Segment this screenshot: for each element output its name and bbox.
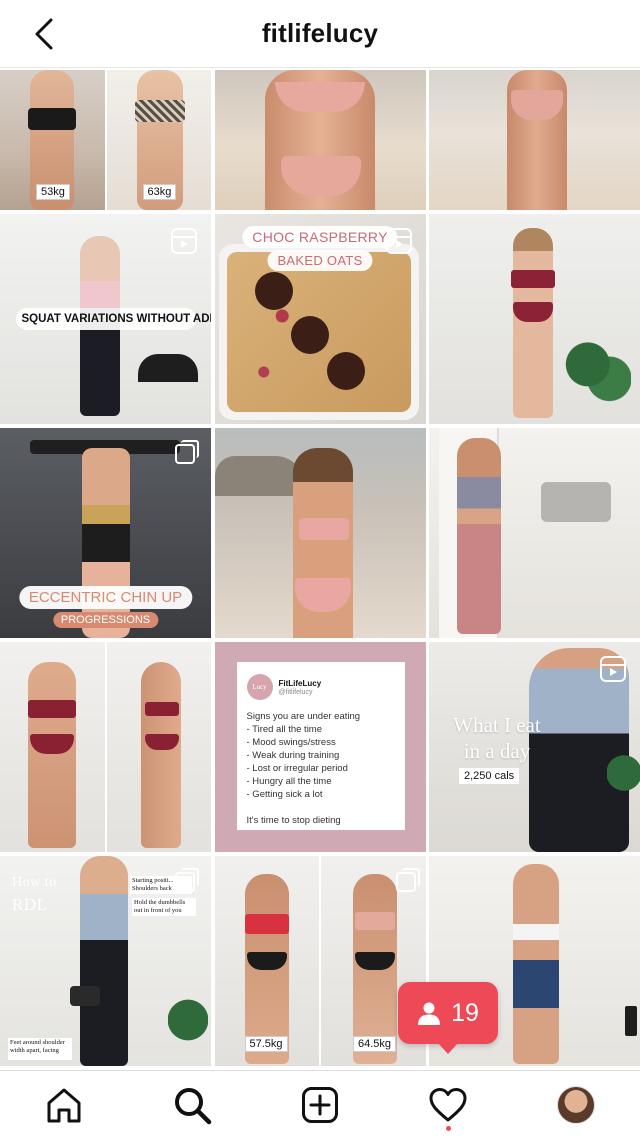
back-button[interactable] bbox=[28, 16, 60, 52]
post-title: CHOC RASPBERRY bbox=[242, 226, 398, 248]
user-icon bbox=[418, 1002, 441, 1025]
bottom-navigation bbox=[0, 1070, 640, 1138]
post-5-reel[interactable]: CHOC RASPBERRY BAKED OATS bbox=[214, 214, 426, 424]
follower-notification-badge[interactable]: 19 bbox=[398, 982, 498, 1054]
multiple-posts-icon bbox=[175, 440, 199, 464]
before-weight-label: 57.5kg bbox=[244, 1036, 288, 1052]
post-title-line1: What I eat bbox=[453, 713, 541, 737]
post-caption: SQUAT VARIATIONS WITHOUT ADDING WEIGHT bbox=[15, 308, 211, 330]
notification-count: 19 bbox=[451, 998, 479, 1027]
reel-icon bbox=[171, 228, 197, 254]
post-3[interactable] bbox=[429, 70, 640, 210]
card-line: - Mood swings/stress bbox=[246, 737, 336, 748]
post-7-carousel[interactable]: ECCENTRIC CHIN UP PROGRESSIONS bbox=[0, 428, 211, 638]
post-title-line2: RDL bbox=[12, 895, 48, 914]
add-post-icon bbox=[302, 1087, 338, 1123]
card-author-name: FitLifeLucy bbox=[278, 678, 322, 688]
home-icon bbox=[47, 1088, 81, 1123]
nav-activity[interactable] bbox=[426, 1083, 470, 1131]
nav-profile[interactable] bbox=[554, 1083, 598, 1127]
post-subtitle: PROGRESSIONS bbox=[52, 612, 159, 628]
profile-avatar bbox=[557, 1086, 595, 1124]
card-line: Signs you are under eating bbox=[246, 711, 361, 722]
post-title: ECCENTRIC CHIN UP bbox=[18, 586, 193, 609]
posts-grid: 53kg 63kg SQUAT VARIATIONS WITHOUT ADDIN… bbox=[0, 70, 640, 1068]
annotation-note: Feet around shoulder width apart, facing bbox=[8, 1038, 72, 1060]
profile-username: fitlifelucy bbox=[261, 18, 379, 48]
post-10[interactable] bbox=[0, 642, 211, 852]
card-logo: Lucy bbox=[246, 674, 273, 700]
post-1[interactable]: 53kg 63kg bbox=[0, 70, 211, 210]
search-icon bbox=[175, 1088, 212, 1125]
card-line bbox=[247, 801, 395, 814]
post-4-reel[interactable]: SQUAT VARIATIONS WITHOUT ADDING WEIGHT bbox=[0, 214, 211, 424]
after-weight-label: 63kg bbox=[142, 184, 177, 200]
multiple-posts-icon bbox=[395, 868, 420, 892]
activity-indicator-dot bbox=[446, 1126, 451, 1131]
post-8[interactable] bbox=[214, 428, 426, 638]
before-weight-label: 53kg bbox=[36, 184, 70, 200]
post-9[interactable] bbox=[429, 428, 640, 638]
post-14-carousel[interactable]: 57.5kg 64.5kg bbox=[214, 856, 426, 1066]
nav-new-post[interactable] bbox=[298, 1083, 342, 1127]
post-11-text-card[interactable]: Lucy FitLifeLucy @fitlifelucy Signs you … bbox=[214, 642, 426, 852]
card-line: - Lost or irregular period bbox=[246, 763, 348, 774]
card-line: - Getting sick a lot bbox=[246, 789, 323, 800]
card-line: - Hungry all the time bbox=[246, 776, 332, 787]
chevron-left-icon bbox=[35, 18, 53, 50]
activity-heart-icon bbox=[429, 1088, 467, 1122]
card-author-handle: @fitlifelucy bbox=[278, 688, 313, 696]
post-12-reel[interactable]: What I eat in a day 2,250 cals bbox=[429, 642, 640, 852]
annotation-note: Starting positi... Shoulders back bbox=[130, 876, 192, 894]
profile-header: fitlifelucy bbox=[0, 0, 640, 68]
text-card: Lucy FitLifeLucy @fitlifelucy Signs you … bbox=[236, 662, 405, 830]
after-weight-label: 64.5kg bbox=[353, 1036, 397, 1052]
post-13-carousel[interactable]: How to RDL Starting positi... Shoulders … bbox=[0, 856, 211, 1066]
post-title-line2: in a day bbox=[463, 739, 531, 763]
card-line: - Weak during training bbox=[246, 750, 340, 761]
nav-home[interactable] bbox=[42, 1083, 86, 1127]
post-2[interactable] bbox=[214, 70, 426, 210]
post-title-line1: How to bbox=[12, 875, 57, 890]
reel-icon bbox=[600, 656, 626, 682]
post-subtitle: BAKED OATS bbox=[267, 250, 373, 271]
annotation-note: Hold the dumbbells out in front of you bbox=[132, 898, 196, 916]
card-line: - Tired all the time bbox=[246, 724, 323, 735]
card-line: It's time to stop dieting bbox=[246, 815, 341, 826]
post-6[interactable] bbox=[429, 214, 640, 424]
nav-search[interactable] bbox=[170, 1083, 214, 1127]
calories-label: 2,250 cals bbox=[459, 768, 520, 784]
